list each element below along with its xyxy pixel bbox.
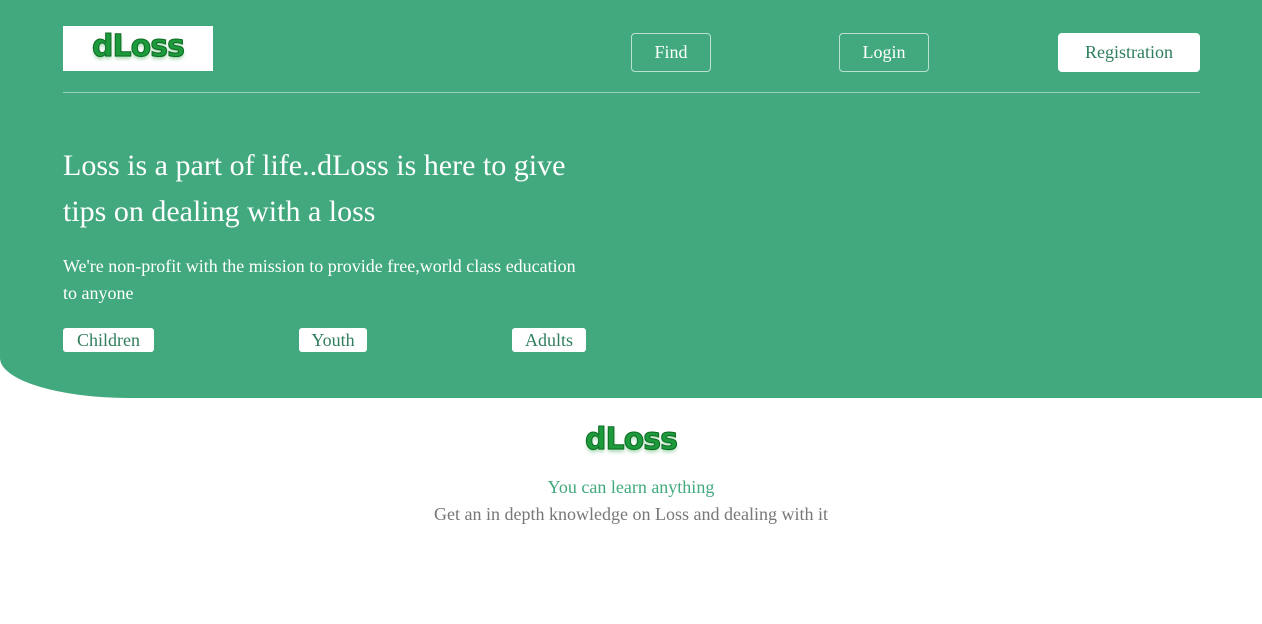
- category-children-button[interactable]: Children: [63, 328, 154, 352]
- category-adults-button[interactable]: Adults: [512, 328, 586, 352]
- login-button[interactable]: Login: [839, 33, 929, 72]
- logo-text: dLoss: [92, 28, 186, 64]
- intro-description: Get an in depth knowledge on Loss and de…: [434, 504, 828, 524]
- intro-tagline: You can learn anything: [547, 477, 715, 497]
- hero-headline: Loss is a part of life..dLoss is here to…: [63, 149, 566, 228]
- find-button[interactable]: Find: [631, 33, 711, 72]
- hero-subline: We're non-profit with the mission to pro…: [63, 256, 576, 303]
- intro-logo: dLoss: [585, 422, 679, 458]
- category-youth-button[interactable]: Youth: [299, 328, 367, 352]
- header-divider: [63, 92, 1200, 93]
- logo[interactable]: dLoss: [63, 26, 213, 71]
- registration-button[interactable]: Registration: [1058, 33, 1200, 72]
- hero-banner: dLoss Find Login Registration Loss is a …: [0, 0, 1262, 398]
